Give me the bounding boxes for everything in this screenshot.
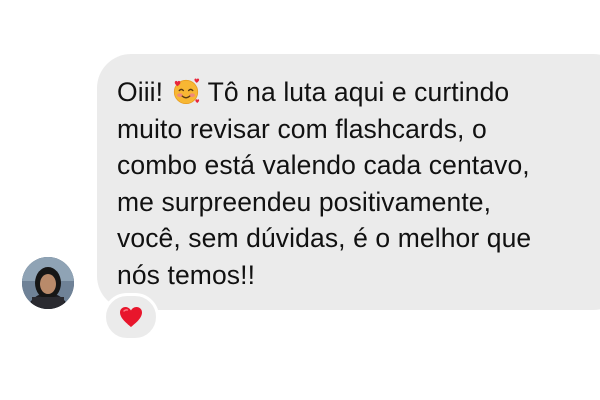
- avatar[interactable]: [22, 257, 74, 309]
- message-line-2: muito revisar com flashcards, o: [117, 113, 487, 144]
- red-heart-icon: [120, 307, 142, 327]
- message-text: Oiii! Tô na luta aqui e curtindo muito r…: [117, 74, 600, 293]
- chat-screen: Oiii! Tô na luta aqui e curtindo muito r…: [0, 0, 600, 400]
- smiling-face-with-hearts-icon: [171, 76, 201, 106]
- message-line-6: nós temos!!: [117, 259, 256, 290]
- heart-reaction-badge[interactable]: [103, 293, 159, 341]
- message-line-1: Oiii!: [117, 77, 164, 107]
- message-line-4: me surpreendeu positivamente,: [117, 186, 492, 217]
- message-line-5: você, sem dúvidas, é o melhor que: [117, 223, 532, 253]
- avatar-photo: [22, 257, 74, 309]
- message-line-1-rest: Tô na luta aqui e curtindo: [200, 77, 510, 107]
- message-line-3: combo está valendo cada centavo,: [117, 150, 530, 180]
- message-bubble[interactable]: Oiii! Tô na luta aqui e curtindo muito r…: [97, 54, 600, 310]
